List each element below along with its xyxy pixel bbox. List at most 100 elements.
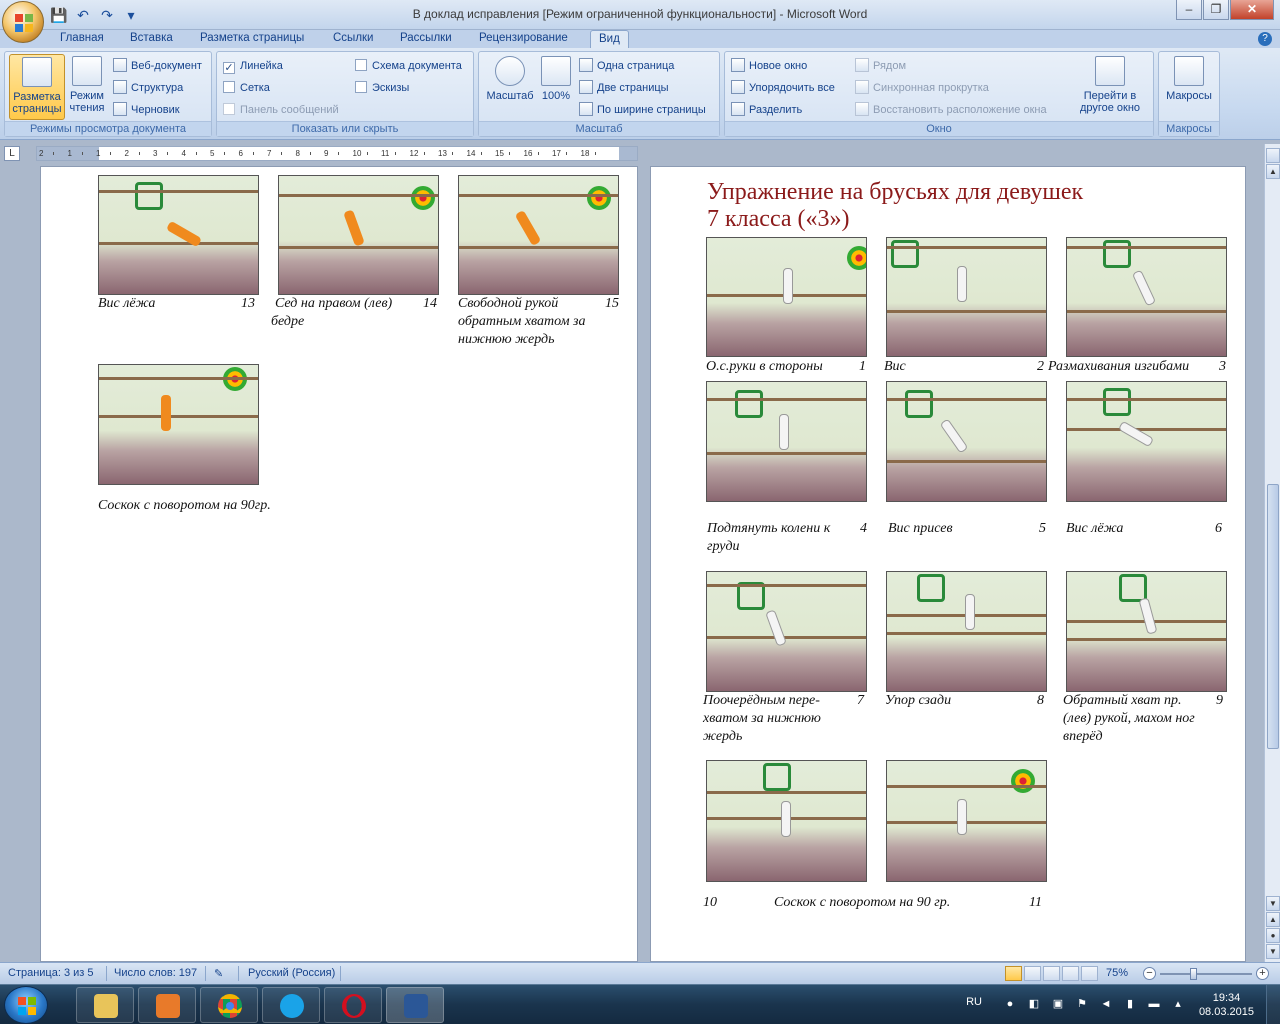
exercise-photo-10 [706, 760, 867, 882]
taskbar-word[interactable] [386, 987, 444, 1023]
word-count[interactable]: Число слов: 197 [114, 967, 197, 979]
side-by-side-label: Рядом [873, 60, 907, 72]
thumbnails-checkbox[interactable]: Эскизы [355, 79, 409, 97]
two-pages-button[interactable]: Две страницы [579, 79, 669, 97]
power-icon[interactable]: ▬ [1148, 998, 1160, 1010]
ruler-number: 1 [67, 149, 72, 158]
outline-view-icon[interactable] [1062, 966, 1079, 981]
zoom-in-button[interactable]: + [1256, 967, 1269, 980]
minimize-button[interactable]: – [1176, 0, 1202, 20]
previous-page-button[interactable]: ▲ [1266, 912, 1280, 927]
arrange-all-button[interactable]: Упорядочить все [731, 79, 835, 97]
lower-bar [887, 460, 1046, 463]
separator [238, 966, 239, 981]
ruler-number: 2 [39, 149, 44, 158]
close-button[interactable]: ✕ [1230, 0, 1274, 20]
language-indicator[interactable]: Русский (Россия) [248, 967, 335, 979]
tab-mailings[interactable]: Рассылки [400, 30, 452, 48]
ruler-tick [53, 152, 54, 155]
volume-icon[interactable]: ◄ [1100, 998, 1112, 1010]
web-layout-label: Веб-документ [131, 60, 202, 72]
gridlines-checkbox[interactable]: Сетка [223, 79, 270, 97]
full-reading-button[interactable]: Режим чтения [67, 54, 107, 120]
show-desktop-button[interactable] [1266, 985, 1280, 1024]
taskbar-media-player[interactable] [138, 987, 196, 1023]
tab-references[interactable]: Ссылки [333, 30, 374, 48]
tab-selector[interactable]: L [4, 146, 20, 161]
zoom-button[interactable]: Масштаб [483, 54, 537, 120]
taskbar-explorer[interactable] [76, 987, 134, 1023]
zoom-level[interactable]: 75% [1106, 967, 1128, 979]
tray-app-icon[interactable]: ▣ [1052, 998, 1064, 1010]
tab-view[interactable]: Вид [590, 30, 629, 48]
exercise-photo-14 [278, 175, 439, 295]
page-left: Вис лёжа 13 Сед на правом (лев) бедре 14… [40, 166, 638, 962]
page-count[interactable]: Страница: 3 из 5 [8, 967, 94, 979]
ruler-tick [195, 152, 197, 155]
zoom-slider-track[interactable] [1160, 973, 1252, 975]
action-center-icon[interactable]: ⚑ [1076, 998, 1088, 1010]
help-icon[interactable]: ? [1258, 32, 1272, 46]
draft-button[interactable]: Черновик [113, 101, 180, 119]
full-reading-view-icon[interactable] [1024, 966, 1041, 981]
antivirus-icon[interactable]: ● [1004, 998, 1016, 1010]
horizontal-ruler[interactable]: 2 1 1 2 3 4 5 6 7 8 9 10 11 12 13 14 15 16 17 18 [36, 146, 638, 161]
start-button[interactable] [4, 986, 48, 1024]
scroll-down-button[interactable]: ▼ [1266, 896, 1280, 911]
next-page-button[interactable]: ▼ [1266, 944, 1280, 959]
tab-review[interactable]: Рецензирование [479, 30, 568, 48]
caption-8-num: 8 [1037, 693, 1044, 708]
zoom-slider-thumb[interactable] [1190, 968, 1197, 980]
zoom-button-label: Масштаб [486, 90, 534, 102]
tab-home[interactable]: Главная [60, 30, 104, 48]
page-heading-line1: Упражнение на брусьях для девушек [707, 179, 1084, 205]
document-area[interactable]: Вис лёжа 13 Сед на правом (лев) бедре 14… [0, 166, 1264, 962]
document-map-checkbox[interactable]: Схема документа [355, 57, 462, 75]
tray-app-icon[interactable]: ◧ [1028, 998, 1040, 1010]
taskbar-skype[interactable] [262, 987, 320, 1023]
clock[interactable]: 19:34 08.03.2015 [1199, 991, 1254, 1019]
taskbar-opera[interactable] [324, 987, 382, 1023]
print-layout-button[interactable]: Разметка страницы [9, 54, 65, 120]
ruler-tick [252, 152, 254, 155]
macros-button[interactable]: Макросы [1161, 54, 1217, 120]
page-heading-line2: 7 класса («3») [707, 206, 850, 232]
scroll-thumb[interactable] [1267, 484, 1279, 749]
chrome-icon [218, 994, 242, 1018]
taskbar-chrome[interactable] [200, 987, 258, 1023]
tray-overflow-icon[interactable]: ▴ [1172, 998, 1184, 1010]
ruler-right-margin [619, 147, 637, 160]
new-window-label: Новое окно [749, 60, 808, 72]
switch-windows-button[interactable]: Перейти в другое окно [1071, 54, 1149, 120]
zoom-out-button[interactable]: − [1143, 967, 1156, 980]
scroll-up-button[interactable]: ▲ [1266, 164, 1280, 179]
tab-page-layout[interactable]: Разметка страницы [200, 30, 304, 48]
caption-1-text: О.с.руки в стороны [706, 359, 823, 374]
ruler-checkbox[interactable]: ✓ Линейка [223, 57, 283, 75]
outline-button[interactable]: Структура [113, 79, 183, 97]
arrange-all-icon [731, 80, 745, 94]
draft-view-icon[interactable] [1081, 966, 1098, 981]
zoom-100-button[interactable]: 100% [539, 54, 573, 120]
new-window-button[interactable]: Новое окно [731, 57, 807, 75]
spelling-check-icon[interactable]: ✎ [214, 967, 230, 980]
select-browse-object-button[interactable]: ● [1266, 928, 1280, 943]
web-view-icon[interactable] [1043, 966, 1060, 981]
split-button[interactable]: Разделить [731, 101, 802, 119]
page-width-button[interactable]: По ширине страницы [579, 101, 706, 119]
office-button[interactable] [2, 1, 44, 43]
restore-button[interactable]: ❐ [1203, 0, 1229, 20]
ruler-toggle-icon[interactable] [1266, 148, 1280, 163]
network-icon[interactable]: ▮ [1124, 998, 1136, 1010]
one-page-button[interactable]: Одна страница [579, 57, 674, 75]
print-layout-view-icon[interactable] [1005, 966, 1022, 981]
tab-insert[interactable]: Вставка [130, 30, 173, 48]
ribbon: Разметка страницы Режим чтения Веб-докум… [0, 48, 1280, 140]
web-layout-button[interactable]: Веб-документ [113, 57, 202, 75]
upper-bar [707, 584, 866, 587]
group-label-views: Режимы просмотра документа [5, 121, 211, 136]
outline-icon [113, 80, 127, 94]
language-bar[interactable]: RU [966, 996, 982, 1008]
zoom-100-label: 100% [541, 90, 571, 102]
vertical-scrollbar[interactable]: ▲ ▼ ▲ ● ▼ [1264, 144, 1280, 962]
